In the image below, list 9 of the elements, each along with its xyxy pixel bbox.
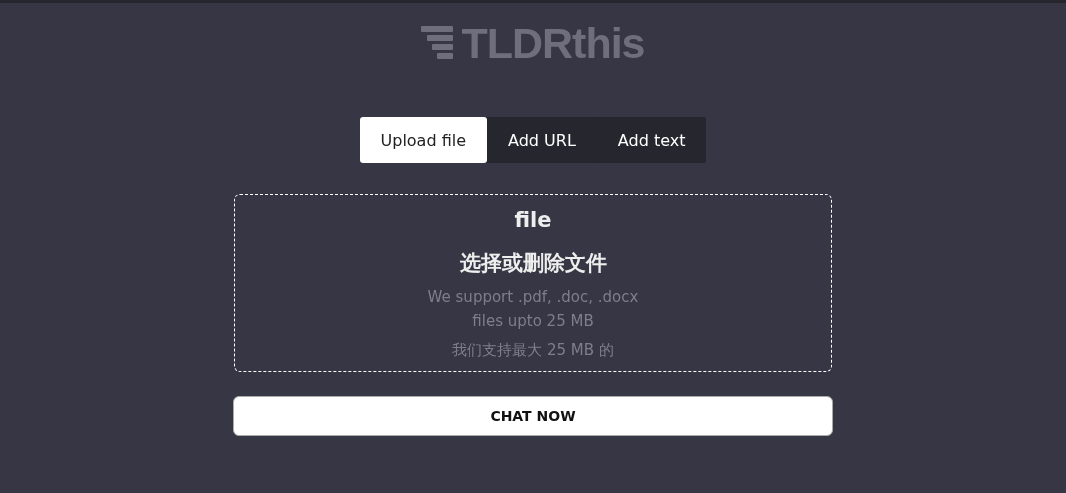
support-text: 我们支持最大 25 MB 的 [452,340,614,361]
tab[interactable]: Upload file [359,117,488,163]
dropzone-title: 选择或删除文件 [459,250,607,277]
logo-text: TLDRthis [461,23,645,63]
logo-icon [421,26,454,60]
chat-now-button[interactable]: CHAT NOW [233,396,833,436]
dropzone-title: file [514,207,552,233]
dropzone[interactable]: file 选择或删除文件 We support .pdf, .doc, .docx files upto 25 MB 我们支持最大 25 MB 的 [234,194,832,372]
support-text: We support .pdf, .doc, .docx files upto 25 MB [427,287,639,332]
